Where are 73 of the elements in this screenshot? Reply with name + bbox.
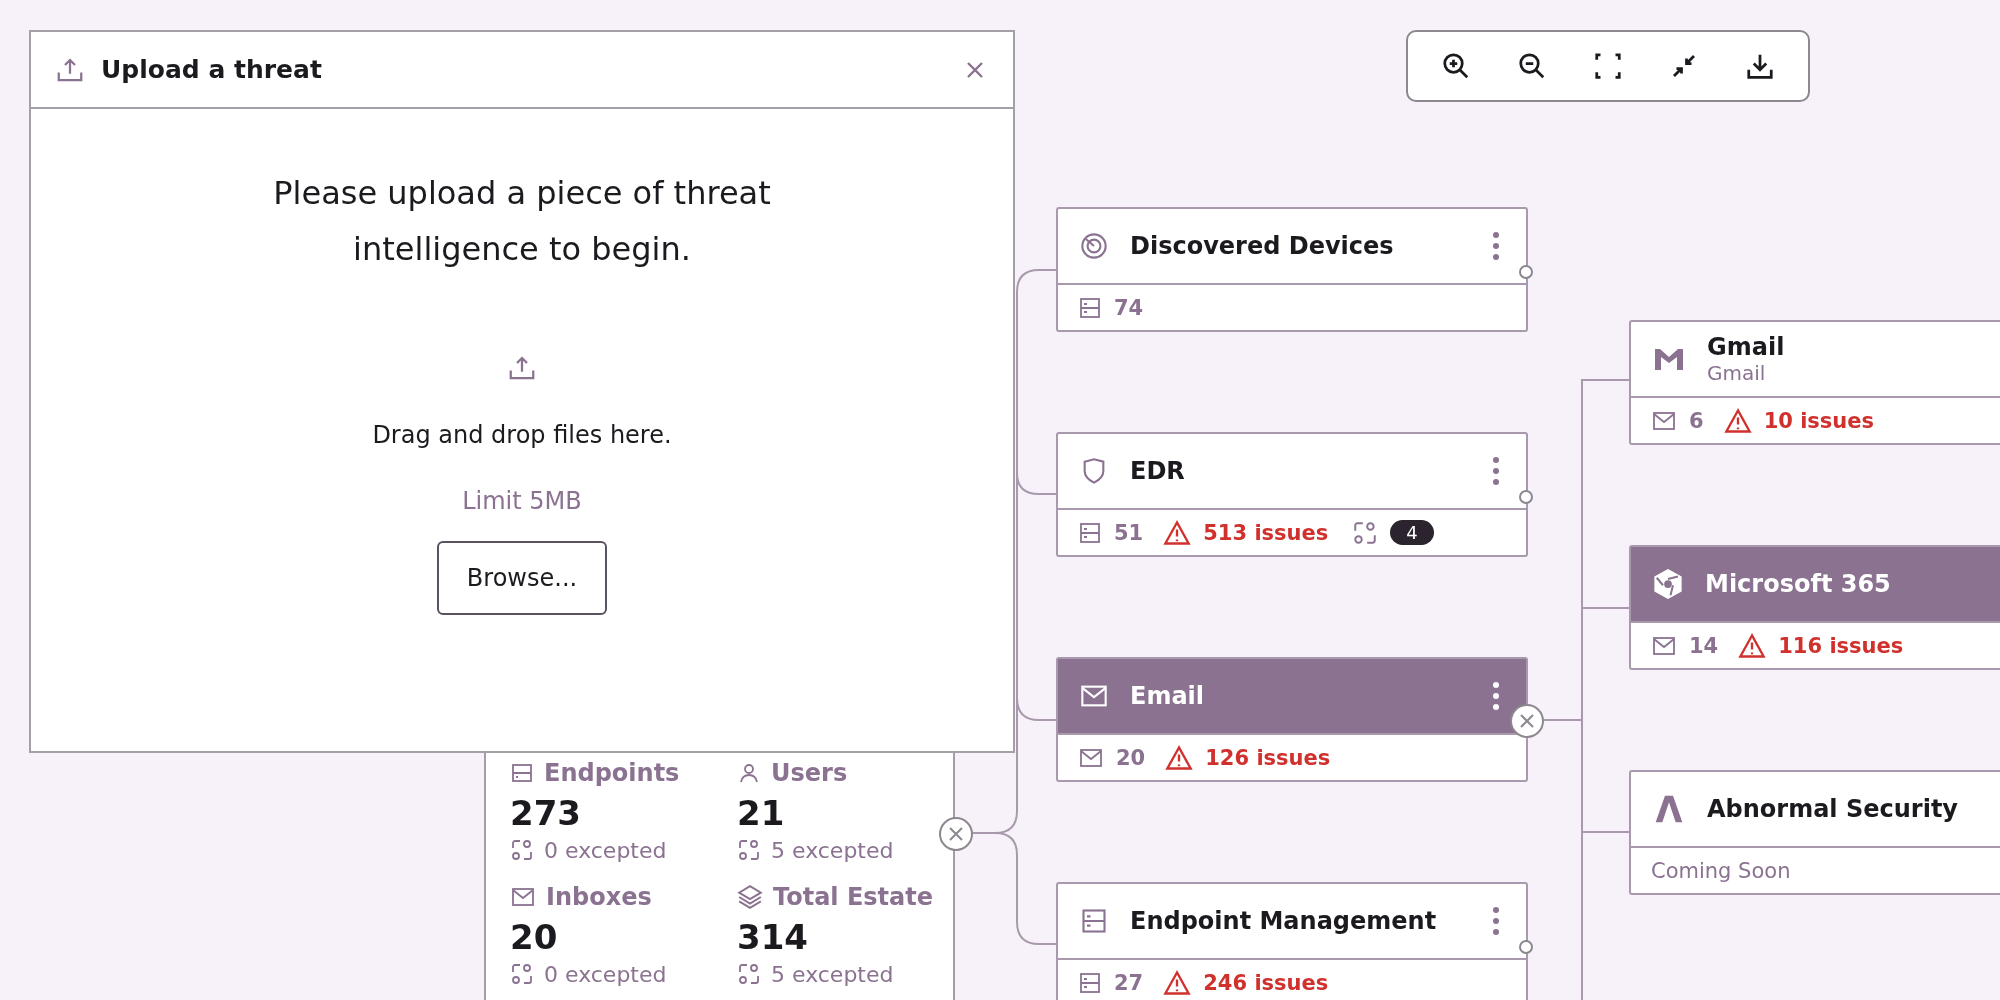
layers-icon [737, 884, 763, 910]
stat-label: Users [771, 759, 848, 787]
radar-icon [1080, 232, 1108, 260]
browse-button[interactable]: Browse... [437, 541, 607, 615]
exception-icon [737, 962, 761, 986]
remove-link-button[interactable] [1510, 704, 1544, 738]
stat-value: 20 [510, 916, 559, 958]
node-header[interactable]: Microsoft 365 [1631, 547, 2000, 623]
server-icon [1078, 295, 1102, 320]
node-title: Email [1130, 682, 1206, 710]
node-title: Endpoint Management [1130, 907, 1438, 935]
stat-label: Total Estate [773, 883, 934, 911]
node-header[interactable]: Email [1058, 659, 1526, 735]
item-count: 14 [1689, 633, 1719, 658]
size-limit: Limit 5MB [462, 487, 582, 515]
node-header[interactable]: Discovered Devices [1058, 209, 1526, 285]
drop-hint: Drag and drop files here. [372, 421, 672, 449]
node-header[interactable]: Gmail Gmail [1631, 322, 2000, 398]
issues-count[interactable]: 116 issues [1778, 633, 1904, 658]
warning-icon [1738, 632, 1767, 659]
item-count: 6 [1689, 408, 1704, 433]
node-title: Microsoft 365 [1705, 570, 1892, 598]
excepted-count: 5 excepted [771, 961, 894, 987]
server-icon [1080, 907, 1108, 935]
issues-count[interactable]: 10 issues [1763, 408, 1875, 433]
excepted-count: 5 excepted [771, 837, 894, 863]
close-icon[interactable] [1518, 712, 1536, 730]
dialog-title: Upload a threat [101, 55, 323, 84]
node-header[interactable]: Endpoint Management [1058, 884, 1526, 960]
warning-icon [1163, 969, 1192, 996]
item-count: 51 [1114, 520, 1144, 545]
exception-icon [510, 962, 534, 986]
stat-value: 273 [510, 792, 582, 834]
excepted-count: 0 excepted [544, 837, 667, 863]
item-count: 27 [1114, 970, 1144, 995]
server-icon [510, 761, 534, 785]
exception-icon [737, 838, 761, 862]
warning-icon [1723, 407, 1752, 434]
user-icon [737, 761, 761, 785]
node-header[interactable]: Abnormal Security [1631, 772, 2000, 848]
issues-count[interactable]: 513 issues [1203, 520, 1329, 545]
connector-handle[interactable] [1519, 940, 1533, 954]
status-note: Coming Soon [1651, 858, 1791, 883]
dialog-message: Please upload a piece of threat intelligence to begin. [272, 173, 772, 270]
node-title: Discovered Devices [1130, 232, 1395, 260]
exception-icon [1352, 519, 1379, 546]
exceptions-badge: 4 [1390, 520, 1434, 545]
item-count: 20 [1116, 745, 1146, 770]
node-title: EDR [1130, 457, 1186, 485]
stat-value: 314 [737, 916, 809, 958]
node-subtitle: Gmail [1707, 361, 1767, 385]
stat-value: 21 [737, 792, 786, 834]
remove-link-button[interactable] [939, 817, 973, 851]
node-title: Abnormal Security [1707, 795, 1959, 823]
connector-handle[interactable] [1519, 490, 1533, 504]
stat-label: Endpoints [544, 759, 680, 787]
issues-count[interactable]: 246 issues [1203, 970, 1329, 995]
excepted-count: 0 excepted [544, 961, 667, 987]
close-icon[interactable] [947, 825, 965, 843]
warning-icon [1165, 744, 1194, 771]
server-icon [1078, 520, 1102, 545]
exception-icon [510, 838, 534, 862]
chevron-logo-icon [1653, 793, 1685, 825]
hexagon-logo-icon [1653, 569, 1683, 599]
node-title: Gmail [1707, 333, 1786, 361]
issues-count[interactable]: 126 issues [1205, 745, 1331, 770]
stat-label: Inboxes [546, 883, 652, 911]
server-icon [1078, 970, 1102, 995]
warning-icon [1163, 519, 1192, 546]
mail-icon [510, 885, 536, 909]
connector-handle[interactable] [1519, 265, 1533, 279]
node-header[interactable]: EDR [1058, 434, 1526, 510]
item-count: 74 [1114, 295, 1144, 320]
